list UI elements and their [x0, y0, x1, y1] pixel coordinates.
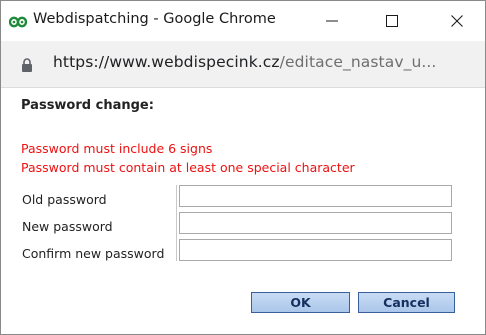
window-title: Webdispatching - Google Chrome	[33, 11, 276, 27]
url-text[interactable]: https://www.webdispecink.cz/editace_nast…	[53, 53, 436, 71]
title-bar[interactable]: Webdispatching - Google Chrome	[1, 1, 485, 41]
maximize-button[interactable]	[364, 1, 420, 41]
address-bar[interactable]: https://www.webdispecink.cz/editace_nast…	[1, 41, 485, 88]
minimize-icon	[326, 15, 338, 27]
cancel-button[interactable]: Cancel	[358, 292, 455, 313]
error-message-special-char: Password must contain at least one speci…	[21, 160, 355, 175]
old-password-label: Old password	[22, 192, 107, 207]
new-password-input[interactable]	[179, 212, 452, 234]
browser-popup-window: Webdispatching - Google Chrome https://w…	[0, 0, 486, 335]
confirm-new-password-label: Confirm new password	[22, 246, 165, 261]
close-button[interactable]	[429, 1, 485, 41]
label-column-divider	[176, 185, 177, 261]
minimize-button[interactable]	[304, 1, 360, 41]
ok-button[interactable]: OK	[251, 292, 350, 313]
url-domain: https://www.webdispecink.cz	[53, 53, 280, 71]
lock-icon[interactable]	[21, 57, 33, 72]
green-infinity-logo-icon	[8, 14, 28, 28]
form-heading: Password change:	[21, 98, 154, 113]
confirm-new-password-input[interactable]	[179, 239, 452, 261]
new-password-label: New password	[22, 219, 113, 234]
error-message-length: Password must include 6 signs	[21, 141, 213, 156]
maximize-icon	[386, 15, 398, 27]
close-icon	[451, 15, 463, 27]
url-path: /editace_nastav_u...	[279, 53, 437, 71]
old-password-input[interactable]	[179, 185, 452, 207]
password-change-form: Password change: Password must include 6…	[1, 88, 485, 334]
